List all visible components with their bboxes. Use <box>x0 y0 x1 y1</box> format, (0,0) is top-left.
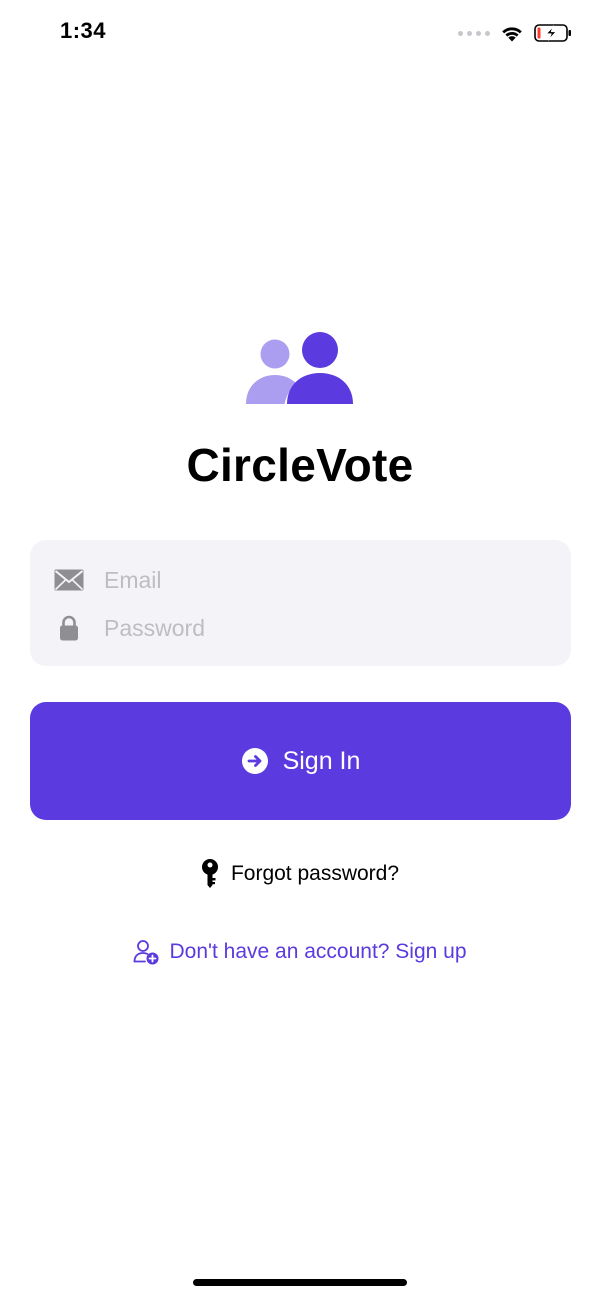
app-title: CircleVote <box>186 439 414 491</box>
status-bar: 1:34 <box>0 0 600 66</box>
status-time: 1:34 <box>60 18 107 43</box>
signal-dots-icon <box>458 30 490 36</box>
forgot-password-link[interactable]: Forgot password? <box>0 856 600 892</box>
sign-up-link[interactable]: Don't have an account? Sign up <box>0 934 600 970</box>
lock-icon <box>52 615 86 641</box>
home-indicator <box>193 1279 407 1286</box>
sign-in-label: Sign In <box>282 746 361 775</box>
sign-in-button[interactable]: Sign In <box>30 702 571 820</box>
person-add-icon <box>134 940 159 965</box>
wifi-icon <box>502 27 522 42</box>
forgot-password-label: Forgot password? <box>230 862 400 885</box>
password-input[interactable] <box>102 607 546 649</box>
email-input[interactable] <box>102 559 546 601</box>
password-field-row <box>30 604 571 652</box>
key-icon <box>201 859 218 888</box>
email-field-row <box>30 556 571 604</box>
envelope-icon <box>52 569 86 591</box>
arrow-right-circle-icon <box>241 748 268 774</box>
login-form <box>30 540 571 666</box>
sign-up-label: Don't have an account? Sign up <box>169 940 467 963</box>
status-icons <box>458 20 572 46</box>
battery-charging-icon <box>534 24 571 42</box>
two-people-icon <box>246 332 355 408</box>
